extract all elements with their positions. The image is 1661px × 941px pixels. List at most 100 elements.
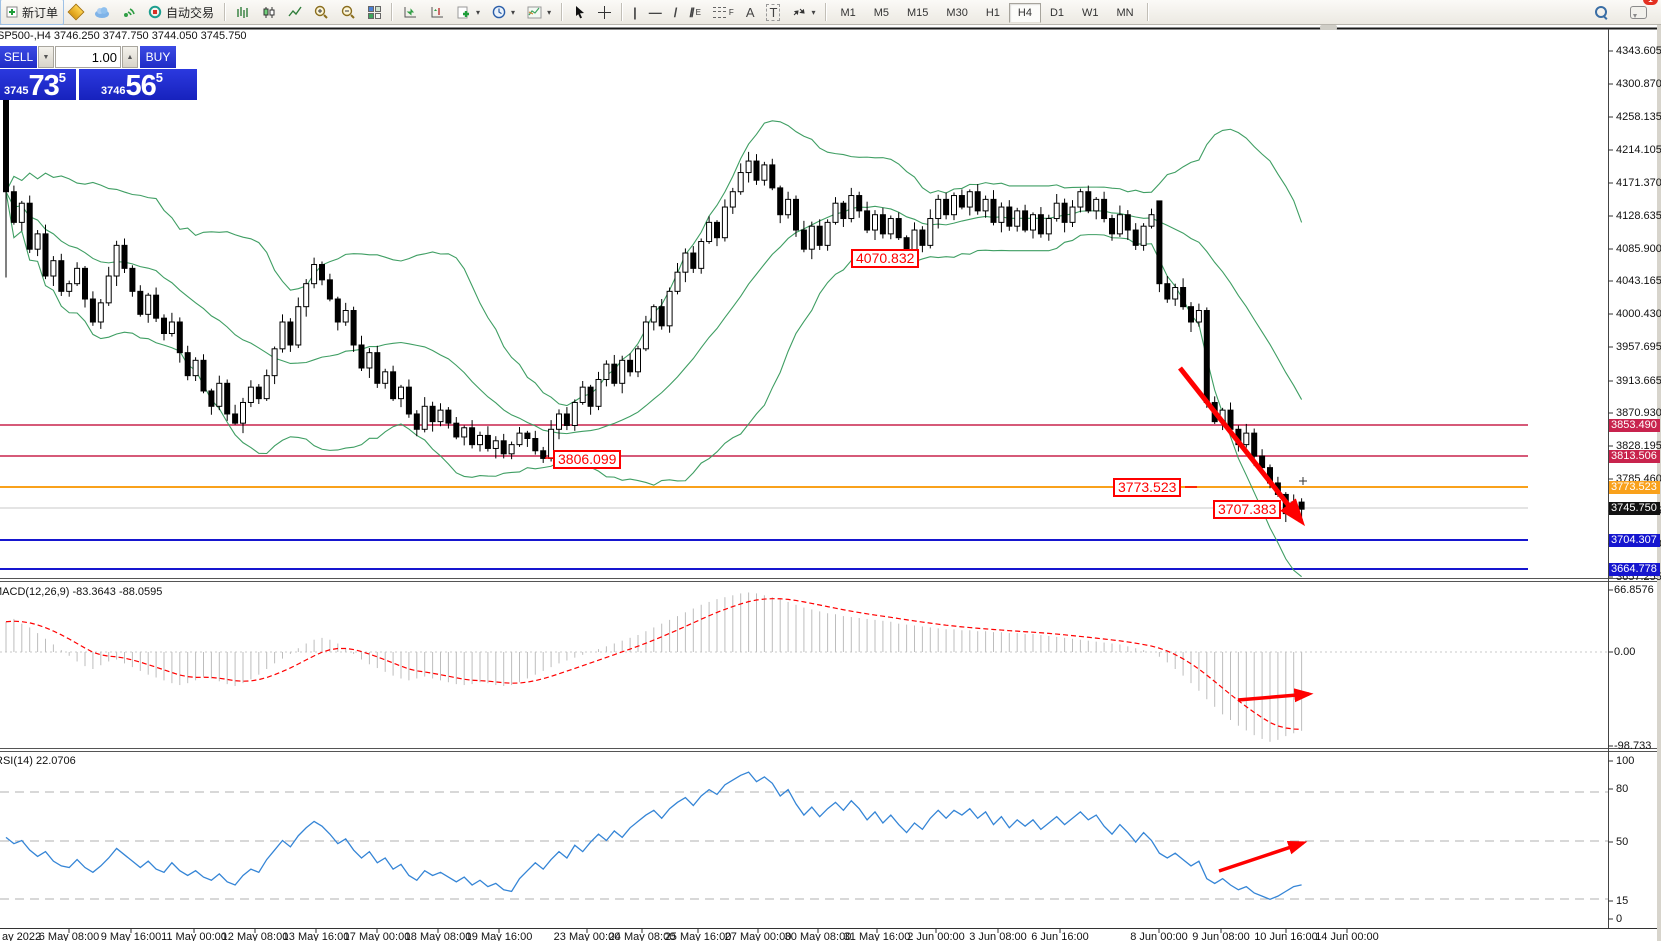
price-tick-label: 3913.665 — [1616, 375, 1661, 387]
timeframe-m1[interactable]: M1 — [831, 3, 864, 23]
signals-button[interactable] — [116, 0, 142, 25]
timeframe-h1[interactable]: H1 — [977, 3, 1009, 23]
buy-price-small: 3746 — [101, 85, 125, 97]
buy-price-display[interactable]: 3746 56 5 — [79, 69, 197, 100]
timeframe-m5[interactable]: M5 — [865, 3, 898, 23]
timeframe-mn[interactable]: MN — [1108, 3, 1143, 23]
price-level-badge: 3853.490 — [1609, 419, 1660, 432]
gold-icon — [68, 4, 85, 21]
price-annotation-box[interactable]: 3773.523 — [1113, 478, 1181, 497]
trendline-button[interactable]: / — [668, 0, 684, 25]
autoscroll-button[interactable] — [397, 0, 424, 25]
zoom-in-icon — [314, 5, 329, 19]
splitter-grip[interactable] — [1320, 25, 1337, 30]
time-axis-label: 31 May 16:00 — [844, 931, 911, 941]
chat-bubble-icon — [1630, 6, 1647, 19]
sell-price-small: 3745 — [4, 85, 28, 97]
new-order-label: 新订单 — [22, 4, 58, 21]
macd-tick-label: 0.00 — [1614, 646, 1635, 658]
cursor-button[interactable] — [567, 0, 592, 25]
price-tick-label: 4258.135 — [1616, 111, 1661, 123]
channel-e-label: E — [696, 8, 701, 17]
timeframe-m15[interactable]: M15 — [898, 3, 937, 23]
toolbar-separator — [561, 3, 563, 21]
hline-button[interactable]: — — [643, 0, 668, 25]
timeframe-w1[interactable]: W1 — [1073, 3, 1108, 23]
crosshair-icon — [598, 6, 611, 19]
shapes-arrows-icon — [792, 6, 806, 18]
chevron-down-icon: ▾ — [511, 8, 515, 17]
periods-button[interactable]: ▾ — [486, 0, 521, 25]
auto-trading-button[interactable]: 自动交易 — [142, 0, 220, 25]
time-axis-label: 2 Jun 00:00 — [907, 931, 965, 941]
rsi-tick-label: 100 — [1616, 755, 1634, 767]
search-button[interactable] — [1589, 0, 1614, 25]
time-axis-label: 3 Jun 08:00 — [969, 931, 1027, 941]
volume-decrease-button[interactable]: ▼ — [38, 46, 54, 68]
market-button[interactable] — [64, 0, 88, 25]
chart-area[interactable] — [0, 0, 1661, 941]
toolbar-separator — [1147, 3, 1149, 21]
auto-trading-label: 自动交易 — [166, 4, 214, 21]
templates-button[interactable]: ▾ — [521, 0, 557, 25]
price-tick-label: 4043.165 — [1616, 275, 1661, 287]
chart-candles-button[interactable] — [256, 0, 282, 25]
price-tick-label: 4214.105 — [1616, 144, 1661, 156]
time-axis-label: 13 May 16:00 — [283, 931, 350, 941]
time-axis-label: 11 May 00:00 — [161, 931, 227, 941]
autoscroll-icon — [403, 6, 418, 19]
volume-increase-button[interactable]: ▲ — [122, 46, 138, 68]
label-button[interactable]: T — [760, 0, 786, 25]
macd-tick-label: -98.733 — [1614, 740, 1651, 752]
trend-arrow[interactable] — [1238, 694, 1309, 700]
timeframe-d1[interactable]: D1 — [1041, 3, 1073, 23]
price-annotation-box[interactable]: 4070.832 — [851, 249, 919, 268]
new-order-button[interactable]: 新订单 — [0, 0, 64, 25]
volume-input[interactable] — [55, 46, 121, 68]
chevron-down-icon: ▾ — [811, 8, 815, 17]
sell-button[interactable]: SELL — [0, 46, 37, 68]
buy-button[interactable]: BUY — [140, 46, 176, 68]
sell-price-display[interactable]: 3745 73 5 — [0, 69, 76, 100]
price-annotation-box[interactable]: 3806.099 — [553, 450, 621, 469]
time-axis-label: 9 Jun 08:00 — [1192, 931, 1250, 941]
chart-bars-button[interactable] — [230, 0, 256, 25]
time-axis-label: 14 Jun 00:00 — [1315, 931, 1379, 941]
vps-button[interactable] — [88, 0, 116, 25]
timeframe-h4[interactable]: H4 — [1009, 3, 1041, 23]
channel-button[interactable]: //E — [683, 0, 707, 25]
shapes-button[interactable]: ▾ — [786, 0, 821, 25]
rsi-tick-label: 15 — [1616, 895, 1628, 907]
trend-arrow[interactable] — [1180, 368, 1301, 521]
trend-arrow[interactable] — [1219, 843, 1303, 871]
template-icon — [527, 6, 542, 19]
price-annotation-box[interactable]: 3707.383 — [1213, 500, 1281, 519]
fibonacci-icon — [713, 7, 726, 18]
time-axis-label: 30 May 08:00 — [785, 931, 852, 941]
vline-button[interactable]: | — [627, 0, 643, 25]
sell-price-sup: 5 — [59, 70, 66, 85]
chat-button[interactable]: 1 — [1624, 0, 1653, 25]
text-button[interactable]: A — [740, 0, 761, 25]
time-axis-label: 6 May 08:00 — [39, 931, 100, 941]
time-axis-label: 6 Jun 16:00 — [1031, 931, 1089, 941]
tile-windows-button[interactable] — [362, 0, 387, 25]
chart-line-button[interactable] — [282, 0, 308, 25]
price-tick-label: 4085.900 — [1616, 243, 1661, 255]
timeframe-group: M1M5M15M30H1H4D1W1MN — [831, 5, 1142, 19]
crosshair-button[interactable] — [592, 0, 617, 25]
price-level-badge: 3745.750 — [1609, 502, 1660, 515]
timeframe-m30[interactable]: M30 — [937, 3, 976, 23]
notification-badge: 1 — [1643, 0, 1658, 5]
price-tick-label: 4000.430 — [1616, 308, 1661, 320]
macd-indicator-label: MACD(12,26,9) -83.3643 -88.0595 — [0, 586, 162, 598]
time-axis-label: 18 May 08:00 — [405, 931, 472, 941]
chart-shift-button[interactable] — [424, 0, 451, 25]
time-axis-label: 17 May 00:00 — [344, 931, 411, 941]
indicators-button[interactable]: ▾ — [451, 0, 486, 25]
zoom-in-button[interactable] — [308, 0, 335, 25]
price-level-badge: 3664.778 — [1609, 563, 1660, 576]
zoom-out-button[interactable] — [335, 0, 362, 25]
fibonacci-button[interactable]: F — [707, 0, 740, 25]
toolbar-separator — [825, 3, 827, 21]
